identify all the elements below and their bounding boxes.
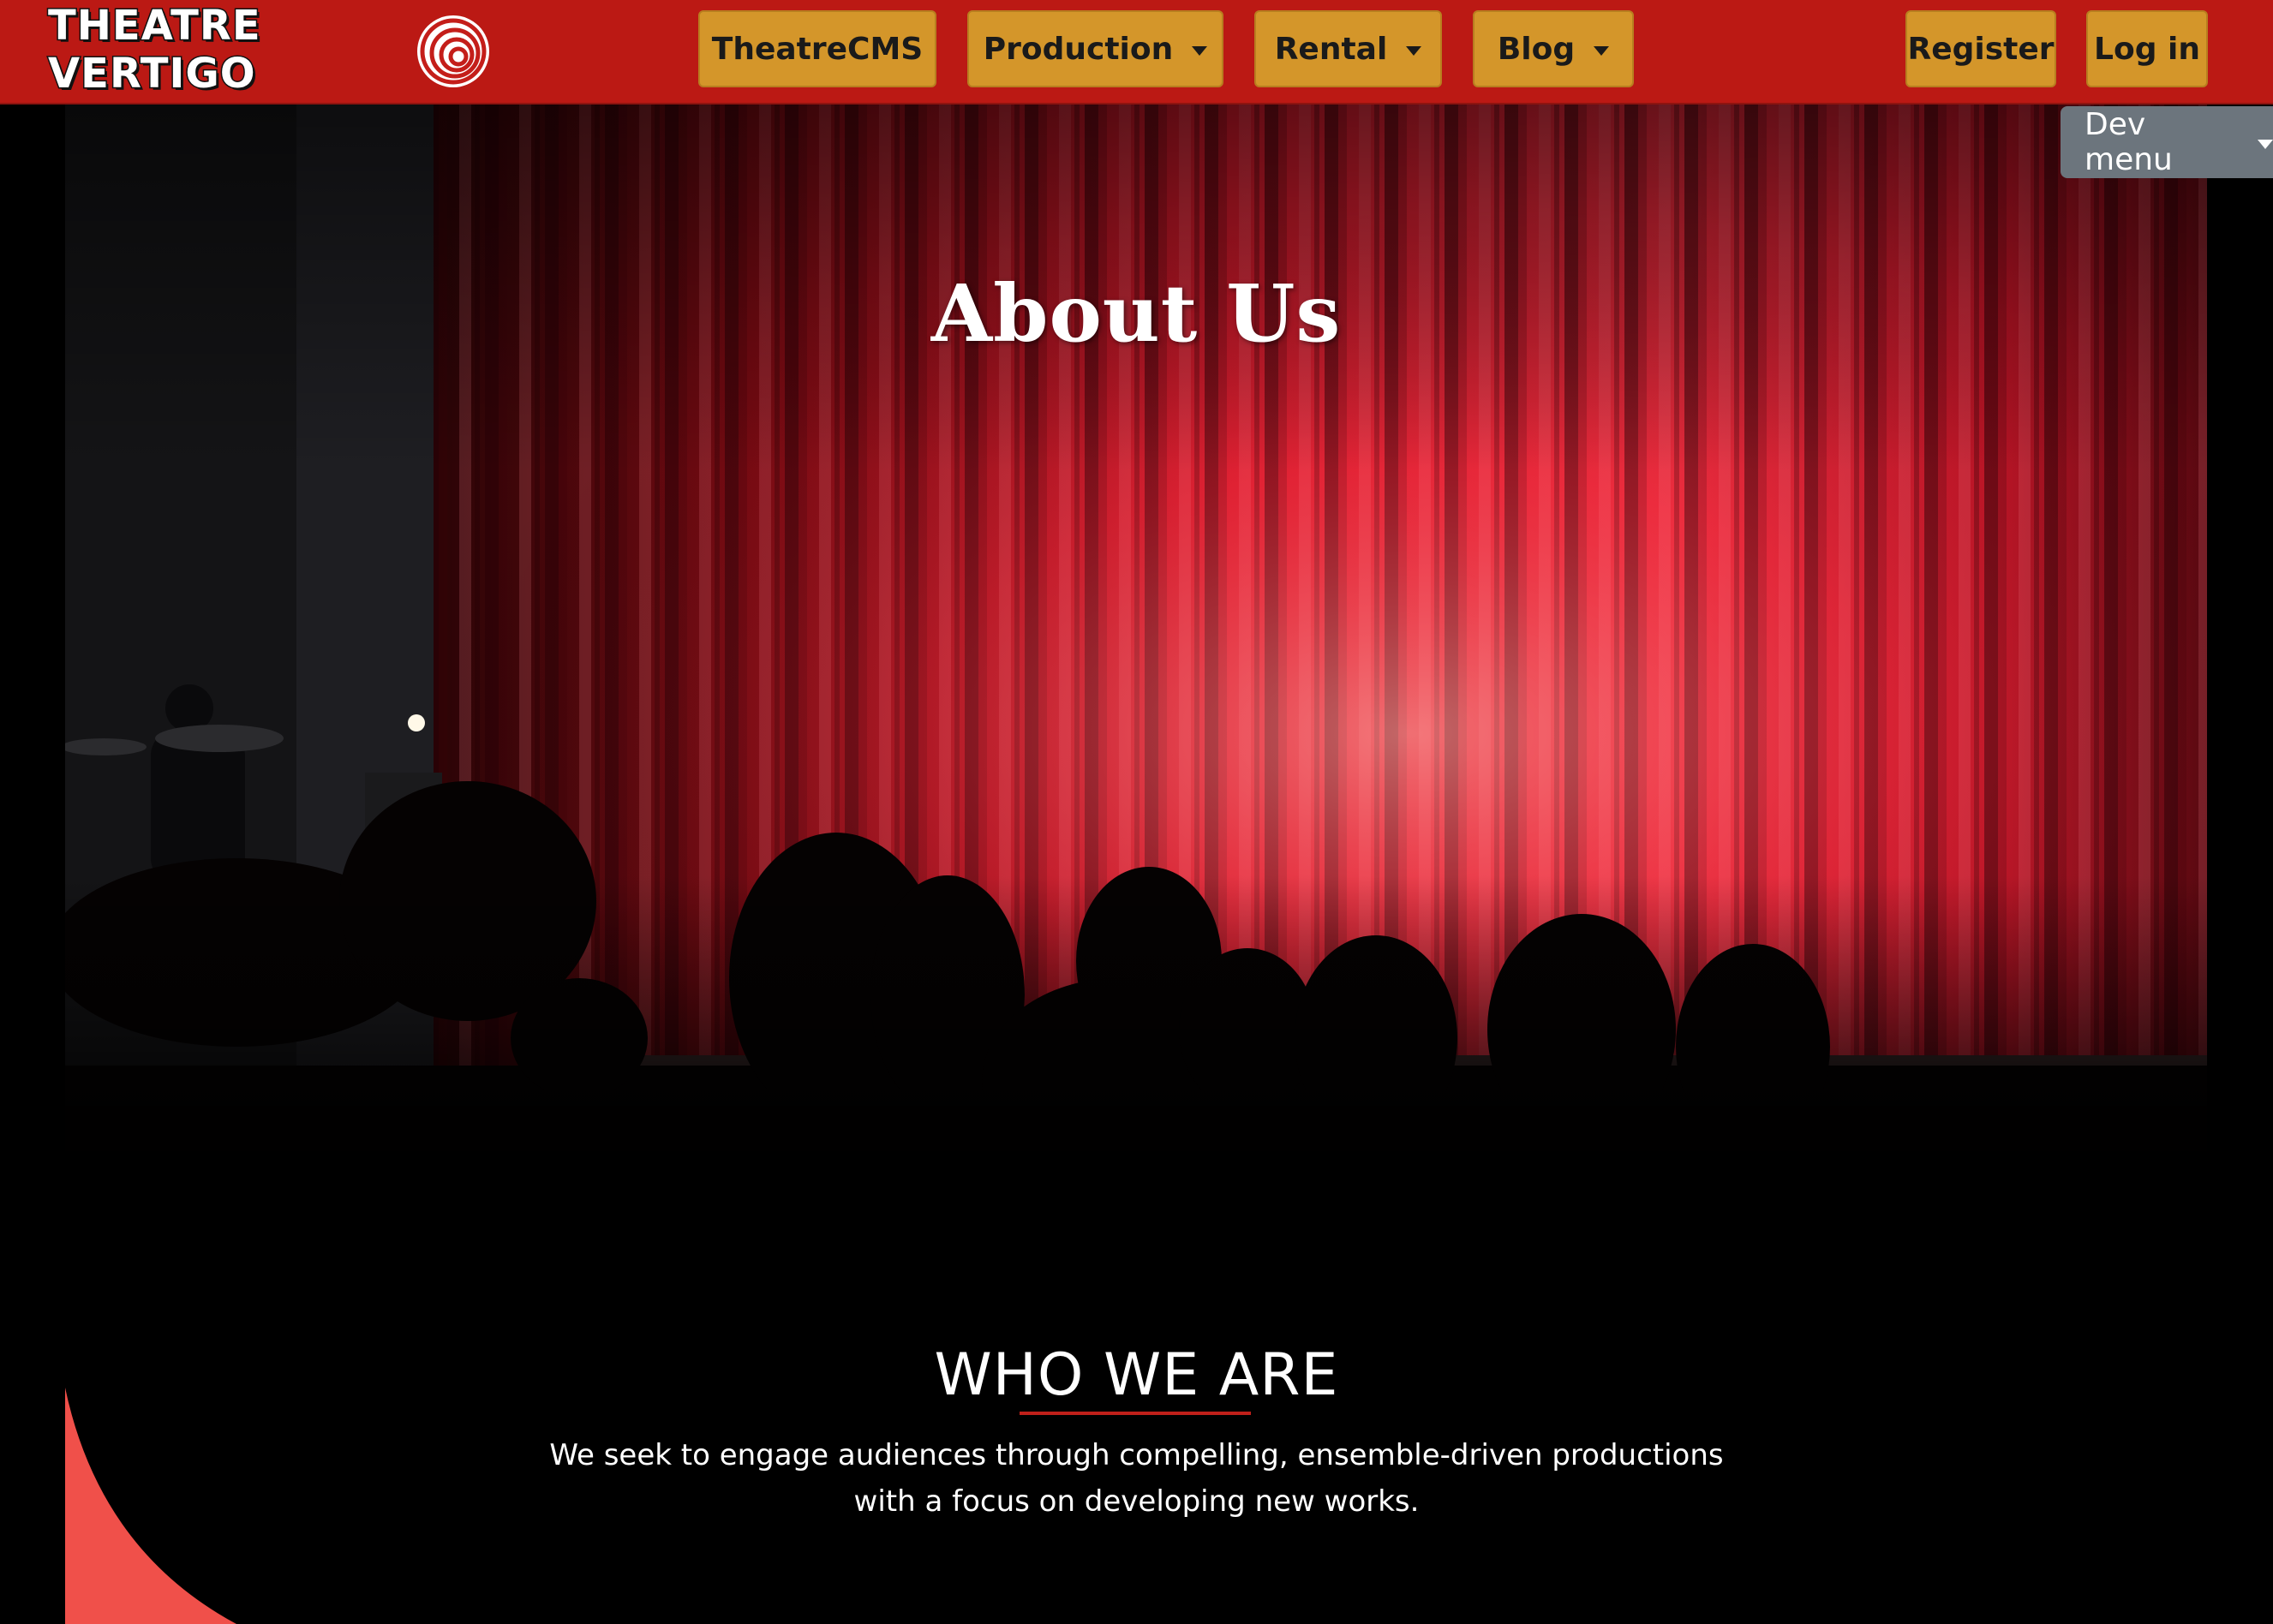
logo-text: THEATRE VERTIGO	[47, 1, 262, 99]
nav-blog-label: Blog	[1497, 31, 1576, 67]
heading-underline	[1020, 1412, 1251, 1415]
caret-down-icon	[1406, 45, 1422, 56]
nav-rental-label: Rental	[1274, 31, 1388, 67]
theatre-curtain-image	[65, 104, 2207, 1151]
decorative-corner-shape	[65, 1388, 322, 1624]
caret-down-icon	[1192, 45, 1208, 56]
who-we-are-heading: WHO WE ARE	[934, 1341, 1339, 1409]
nav-theatrecms-label: TheatreCMS	[711, 31, 924, 67]
top-navbar: THEATRE VERTIGO TheatreCMS Production Re…	[0, 0, 2273, 104]
hero-title: About Us	[930, 267, 1342, 360]
dev-menu-dropdown[interactable]: Dev menu	[2061, 106, 2273, 178]
who-we-are-description: We seek to engage audiences through comp…	[549, 1438, 1724, 1519]
hero-banner: About Us	[65, 104, 2207, 1151]
nav-production-dropdown[interactable]: Production	[967, 10, 1223, 87]
nav-production-label: Production	[983, 31, 1174, 67]
dev-menu-label: Dev menu	[2085, 107, 2173, 177]
register-button[interactable]: Register	[1905, 10, 2056, 87]
caret-down-icon	[1594, 45, 1610, 56]
nav-theatrecms-button[interactable]: TheatreCMS	[698, 10, 936, 87]
nav-rental-dropdown[interactable]: Rental	[1254, 10, 1442, 87]
login-label: Log in	[2094, 31, 2200, 67]
caret-down-icon	[2258, 139, 2273, 149]
site-logo[interactable]: THEATRE VERTIGO	[47, 1, 489, 99]
login-button[interactable]: Log in	[2086, 10, 2208, 87]
register-label: Register	[1907, 31, 2055, 67]
nav-blog-dropdown[interactable]: Blog	[1473, 10, 1634, 87]
